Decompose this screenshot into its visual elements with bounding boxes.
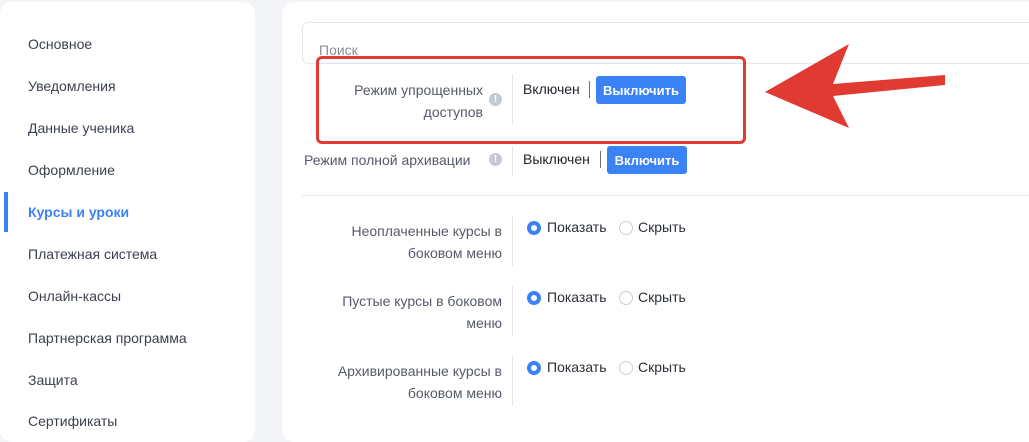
full-archive-status: Выключен: [523, 151, 590, 167]
sidebar-item-notifications[interactable]: Уведомления: [28, 77, 116, 95]
annotation-arrow-icon: [765, 44, 945, 128]
full-archive-label: Режим полной архивации: [304, 152, 471, 168]
sidebar-item-courses[interactable]: Курсы и уроки: [28, 203, 129, 221]
unpaid-hide-radio[interactable]: [619, 221, 633, 235]
sidebar-item-online-cash[interactable]: Онлайн-кассы: [28, 287, 121, 305]
status-separator: [600, 151, 601, 168]
sidebar-item-main[interactable]: Основное: [28, 35, 92, 53]
unpaid-show-radio[interactable]: [527, 221, 541, 235]
enable-full-archive-button[interactable]: Включить: [607, 146, 687, 174]
sidebar-active-indicator: [4, 192, 8, 232]
show-option-label: Показать: [547, 289, 607, 305]
annotation-highlight-box: [316, 56, 746, 144]
unpaid-courses-label: Неоплаченные курсы в боковом меню: [351, 223, 503, 261]
archived-hide-radio[interactable]: [619, 361, 633, 375]
empty-show-radio[interactable]: [527, 291, 541, 305]
archived-courses-label: Архивированные курсы в боковом меню: [337, 363, 502, 401]
row-divider: [512, 216, 513, 266]
sidebar-item-security[interactable]: Защита: [28, 371, 78, 389]
show-option-label: Показать: [547, 359, 607, 375]
hide-option-label: Скрыть: [638, 289, 686, 305]
archived-show-radio[interactable]: [527, 361, 541, 375]
hide-option-label: Скрыть: [638, 359, 686, 375]
empty-courses-label: Пустые курсы в боковом меню: [342, 293, 502, 331]
sidebar-item-appearance[interactable]: Оформление: [28, 161, 115, 179]
empty-hide-radio[interactable]: [619, 291, 633, 305]
sidebar-item-certificates[interactable]: Сертификаты: [28, 412, 117, 430]
sidebar-item-affiliate[interactable]: Партнерская программа: [28, 329, 187, 347]
sidebar-item-payment-system[interactable]: Платежная система: [28, 245, 157, 263]
sidebar-item-student-data[interactable]: Данные ученика: [28, 119, 134, 137]
hide-option-label: Скрыть: [638, 219, 686, 235]
show-option-label: Показать: [547, 219, 607, 235]
section-divider: [302, 195, 1029, 196]
row-divider: [512, 356, 513, 406]
row-divider: [512, 286, 513, 336]
info-icon[interactable]: !: [489, 153, 502, 166]
row-divider: [512, 146, 513, 176]
